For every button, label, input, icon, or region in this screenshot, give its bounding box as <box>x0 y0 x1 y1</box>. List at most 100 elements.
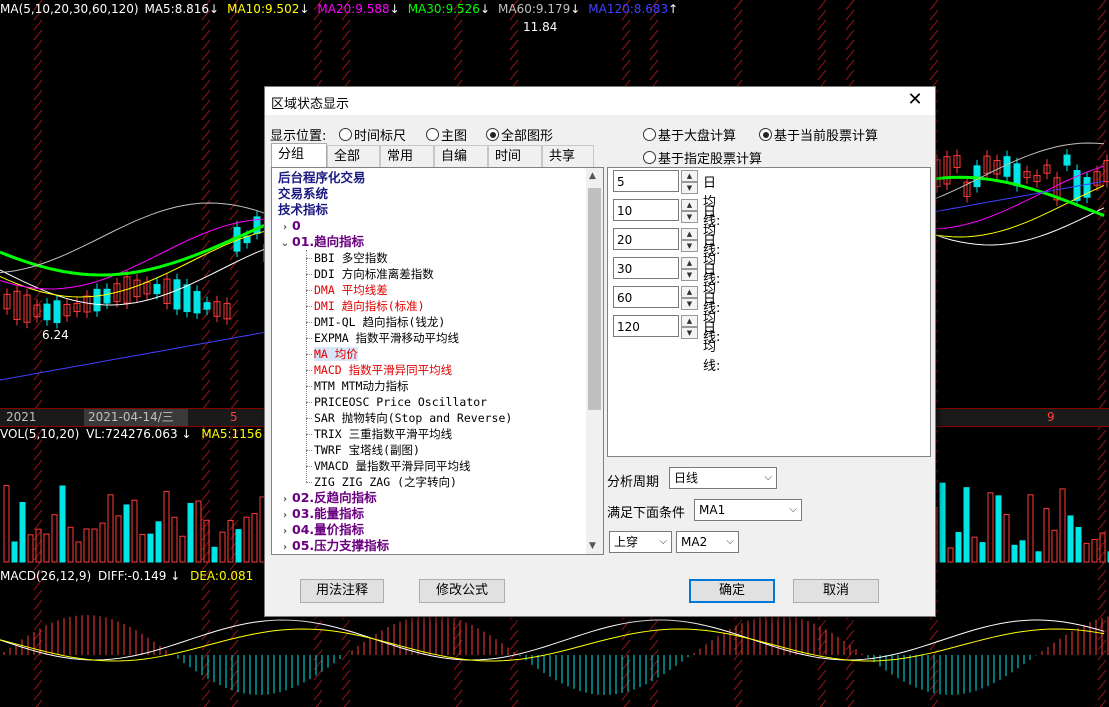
tab-custom[interactable]: 自编 <box>434 145 488 167</box>
tree-node-indicator[interactable]: MA 均价 <box>314 346 358 362</box>
tree-node-category[interactable]: › 04.量价指标 <box>278 522 364 538</box>
period-select[interactable]: 日线 ⌵ <box>669 467 777 489</box>
params-panel: 5 ▲ ▼ 日均线: 10 ▲ ▼ 日均线: 20 ▲ ▼ 日均线: 30 ▲ ▼ 日均线: 60 ▲ ▼ 日均线: 1… <box>607 167 931 457</box>
tree-node-category[interactable]: › 03.能量指标 <box>278 506 364 522</box>
scroll-down-icon[interactable]: ▼ <box>589 541 596 551</box>
radio-market-calc[interactable]: 基于大盘计算 <box>643 125 736 144</box>
radio-icon[interactable] <box>426 128 439 141</box>
tree-node-indicator[interactable]: EXPMA 指数平滑移动平均线 <box>314 330 459 346</box>
spin-up-icon[interactable]: ▲ <box>681 257 698 269</box>
tree-guide-tick <box>306 354 312 355</box>
radio-all-charts[interactable]: 全部图形 <box>486 125 553 144</box>
spin-down-icon[interactable]: ▼ <box>681 182 698 194</box>
indicator-tree[interactable]: 后台程序化交易 交易系统 技术指标 › 0 ⌄ 01.趋向指标 BBI 多空指数 DDI 方向标… <box>271 167 604 555</box>
macd-indicator-line: MACD(26,12,9) DIFF:-0.149 ↓ DEA:0.081 <box>0 567 259 585</box>
chevron-down-icon: ⌵ <box>726 536 734 547</box>
ma-value-0: MA5:8.816 <box>144 2 210 16</box>
condition-a-select[interactable]: MA1 ⌵ <box>694 499 802 521</box>
tree-node-indicator[interactable]: VMACD 量指数平滑异同平均线 <box>314 458 471 474</box>
radio-icon[interactable] <box>339 128 352 141</box>
tree-node-indicator[interactable]: ZIG ZIG ZAG (之字转向) <box>314 474 457 490</box>
param-input[interactable]: 30 <box>613 257 679 279</box>
tab-all[interactable]: 全部 <box>327 145 380 167</box>
tree-guide-tick <box>306 466 312 467</box>
radio-icon[interactable] <box>643 128 656 141</box>
tree-node-indicator[interactable]: MTM MTM动力指标 <box>314 378 408 394</box>
param-spinner[interactable]: ▲ ▼ <box>681 228 698 252</box>
tree-node-indicator[interactable]: BBI 多空指数 <box>314 250 388 266</box>
usage-notes-button[interactable]: 用法注释 <box>300 579 384 603</box>
ma-arrow-0: ↓ <box>209 2 220 16</box>
radio-current-stock-calc[interactable]: 基于当前股票计算 <box>759 125 878 144</box>
tree-node-indicator[interactable]: DMI-QL 趋向指标(钱龙) <box>314 314 445 330</box>
tree-guide-tick <box>306 322 312 323</box>
ma-indicator-line: MA(5,10,20,30,60,120) MA5:8.816↓ MA10:9.5… <box>0 0 692 18</box>
chevron-right-icon[interactable]: › <box>278 540 292 554</box>
tree-node-top[interactable]: 后台程序化交易 <box>278 170 366 186</box>
spin-down-icon[interactable]: ▼ <box>681 211 698 223</box>
radio-icon[interactable] <box>643 151 656 164</box>
tree-node-label: DMI-QL 趋向指标(钱龙) <box>314 315 446 329</box>
param-input[interactable]: 20 <box>613 228 679 250</box>
param-spinner[interactable]: ▲ ▼ <box>681 315 698 339</box>
tab-time[interactable]: 时间 <box>488 145 542 167</box>
tree-node-category[interactable]: › 05.压力支撑指标 <box>278 538 389 554</box>
ok-button[interactable]: 确定 <box>689 579 775 603</box>
tree-node-indicator[interactable]: DMI 趋向指标(标准) <box>314 298 425 314</box>
radio-checked-icon[interactable] <box>759 128 772 141</box>
radio-label: 主图 <box>441 129 468 144</box>
spin-up-icon[interactable]: ▲ <box>681 228 698 240</box>
radio-specified-stock-calc[interactable]: 基于指定股票计算 <box>643 148 762 167</box>
radio-time-ruler[interactable]: 时间标尺 <box>339 125 406 144</box>
tree-node-category-open[interactable]: ⌄ 01.趋向指标 <box>278 234 364 250</box>
condition-op-select[interactable]: 上穿 ⌵ <box>609 531 672 553</box>
param-input[interactable]: 120 <box>613 315 679 337</box>
chevron-down-icon[interactable]: ⌄ <box>278 236 292 252</box>
condition-a-value: MA1 <box>699 503 726 517</box>
radio-checked-icon[interactable] <box>486 128 499 141</box>
radio-label: 时间标尺 <box>354 129 407 144</box>
tree-node-indicator[interactable]: DMA 平均线差 <box>314 282 388 298</box>
param-input[interactable]: 5 <box>613 170 679 192</box>
date-year: 2021 <box>6 410 37 424</box>
scroll-up-icon[interactable]: ▲ <box>589 171 596 181</box>
spin-down-icon[interactable]: ▼ <box>681 327 698 339</box>
cancel-button[interactable]: 取消 <box>793 579 879 603</box>
spin-down-icon[interactable]: ▼ <box>681 298 698 310</box>
spin-down-icon[interactable]: ▼ <box>681 269 698 281</box>
tab-shared[interactable]: 共享 <box>542 145 594 167</box>
tree-node-indicator[interactable]: TRIX 三重指数平滑平均线 <box>314 426 452 442</box>
dialog-titlebar[interactable]: 区域状态显示 ✕ <box>265 87 935 115</box>
param-input[interactable]: 10 <box>613 199 679 221</box>
tree-node-category[interactable]: › 0 <box>278 218 301 234</box>
condition-b-select[interactable]: MA2 ⌵ <box>676 531 739 553</box>
spin-up-icon[interactable]: ▲ <box>681 170 698 182</box>
tree-node-indicator[interactable]: MACD 指数平滑异同平均线 <box>314 362 452 378</box>
radio-main-chart[interactable]: 主图 <box>426 125 467 144</box>
spin-up-icon[interactable]: ▲ <box>681 286 698 298</box>
spin-up-icon[interactable]: ▲ <box>681 199 698 211</box>
tree-guide-tick <box>306 306 312 307</box>
tree-node-top[interactable]: 技术指标 <box>278 202 328 218</box>
tree-node-indicator[interactable]: TWRF 宝塔线(副图) <box>314 442 420 458</box>
vol-vl: VL:724276.063 <box>86 427 178 441</box>
param-spinner[interactable]: ▲ ▼ <box>681 286 698 310</box>
param-spinner[interactable]: ▲ ▼ <box>681 170 698 194</box>
tree-node-top[interactable]: 交易系统 <box>278 186 328 202</box>
param-input[interactable]: 60 <box>613 286 679 308</box>
tree-node-category[interactable]: › 02.反趋向指标 <box>278 490 377 506</box>
tree-node-indicator[interactable]: DDI 方向标准离差指数 <box>314 266 434 282</box>
param-spinner[interactable]: ▲ ▼ <box>681 257 698 281</box>
spin-up-icon[interactable]: ▲ <box>681 315 698 327</box>
spin-down-icon[interactable]: ▼ <box>681 240 698 252</box>
tree-node-indicator[interactable]: SAR 抛物转向(Stop and Reverse) <box>314 410 512 426</box>
close-icon[interactable]: ✕ <box>905 89 925 110</box>
tab-group[interactable]: 分组 <box>271 143 327 167</box>
tree-scrollbar[interactable]: ▲ ▼ <box>586 168 603 554</box>
param-spinner[interactable]: ▲ ▼ <box>681 199 698 223</box>
tree-node-label: 04.量价指标 <box>292 522 365 537</box>
tab-common[interactable]: 常用 <box>380 145 434 167</box>
tree-node-indicator[interactable]: PRICEOSC Price Oscillator <box>314 394 487 410</box>
edit-formula-button[interactable]: 修改公式 <box>419 579 505 603</box>
scroll-thumb[interactable] <box>588 188 601 410</box>
